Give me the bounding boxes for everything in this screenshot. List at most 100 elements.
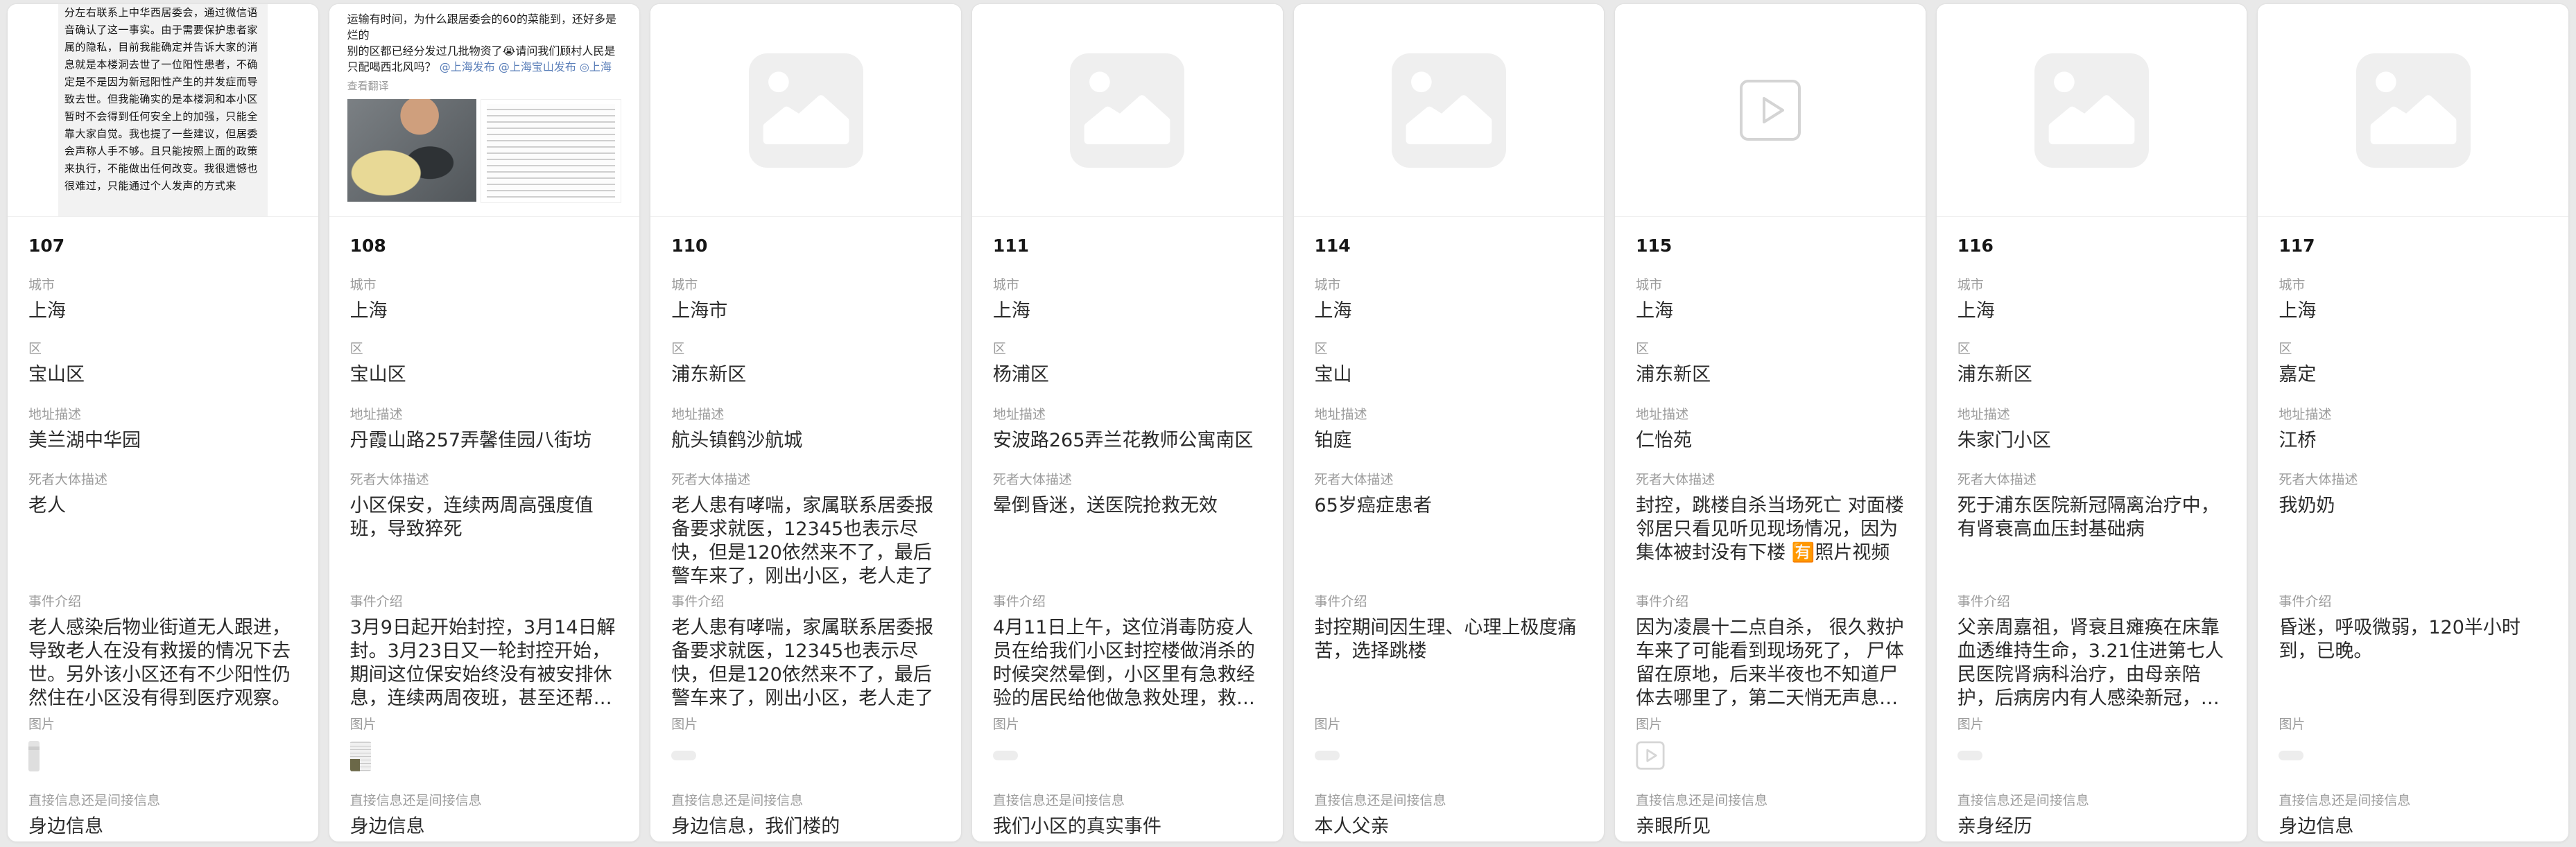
direct-label: 直接信息还是间接信息 bbox=[993, 792, 1262, 809]
field-event-intro: 事件介绍 老人感染后物业街道无人跟进，导致老人在没有救援的情况下去世。另外该小区… bbox=[28, 593, 297, 716]
case-id: 110 bbox=[671, 217, 940, 277]
event-label: 事件介绍 bbox=[2279, 593, 2548, 610]
district-label: 区 bbox=[671, 340, 940, 357]
image-label: 图片 bbox=[2279, 716, 2548, 733]
event-value: 老人感染后物业街道无人跟进，导致老人在没有救援的情况下去世。另外该小区还有不少阳… bbox=[28, 616, 297, 710]
empty-image-thumbnail[interactable] bbox=[2279, 751, 2303, 760]
text-screenshot-image: 分左右联系上中华西居委会，通过微信语音确认了这一事实。由于需要保护患者家属的隐私… bbox=[58, 4, 268, 216]
city-value: 上海市 bbox=[671, 299, 940, 323]
empty-image-thumbnail[interactable] bbox=[671, 751, 696, 760]
city-value: 上海 bbox=[28, 299, 297, 323]
image-thumbnail[interactable] bbox=[28, 741, 40, 771]
case-card[interactable]: 运输有时间，为什么跟居委会的60的菜能到，还好多是烂的 别的区都已经分发过几批物… bbox=[329, 3, 641, 842]
field-address: 地址描述 仁怡苑 bbox=[1636, 406, 1905, 471]
image-placeholder-icon bbox=[749, 53, 863, 168]
card-fields: 117 城市 上海 区 嘉定 地址描述 江桥 死者大体描述 我奶奶 事件介绍 昏… bbox=[2258, 217, 2568, 842]
address-label: 地址描述 bbox=[28, 406, 297, 423]
case-card[interactable]: 110 城市 上海市 区 浦东新区 地址描述 航头镇鹤沙航城 死者大体描述 老人… bbox=[650, 3, 962, 842]
district-label: 区 bbox=[1957, 340, 2227, 357]
card-cover-media[interactable]: 运输有时间，为什么跟居委会的60的菜能到，还好多是烂的 别的区都已经分发过几批物… bbox=[329, 4, 640, 217]
case-card[interactable]: 111 城市 上海 区 杨浦区 地址描述 安波路265弄兰花教师公寓南区 死者大… bbox=[971, 3, 1283, 842]
victim-label: 死者大体描述 bbox=[2279, 471, 2548, 488]
city-value: 上海 bbox=[350, 299, 619, 323]
card-cover-media[interactable] bbox=[2258, 4, 2568, 217]
event-value: 因为凌晨十二点自杀， 很久救护车来了可能看到现场死了， 尸体留在原地，后来半夜也… bbox=[1636, 616, 1905, 710]
field-image: 图片 bbox=[28, 716, 297, 792]
district-value: 浦东新区 bbox=[671, 363, 940, 387]
address-value: 美兰湖中华园 bbox=[28, 429, 297, 453]
case-card[interactable]: 分左右联系上中华西居委会，通过微信语音确认了这一事实。由于需要保护患者家属的隐私… bbox=[7, 3, 319, 842]
direct-value: 我们小区的真实事件 bbox=[993, 815, 1262, 839]
video-thumbnail-play-icon[interactable] bbox=[1636, 741, 1665, 770]
empty-image-thumbnail[interactable] bbox=[993, 751, 1018, 760]
image-placeholder-icon bbox=[1070, 53, 1184, 168]
event-value: 封控期间因生理、心理上极度痛苦，选择跳楼 bbox=[1315, 616, 1584, 663]
direct-label: 直接信息还是间接信息 bbox=[28, 792, 297, 809]
city-label: 城市 bbox=[1636, 277, 1905, 293]
empty-image-thumbnail[interactable] bbox=[1957, 751, 1982, 760]
field-district: 区 宝山 bbox=[1315, 340, 1584, 406]
field-district: 区 嘉定 bbox=[2279, 340, 2548, 406]
city-value: 上海 bbox=[1636, 299, 1905, 323]
victim-value: 我奶奶 bbox=[2279, 494, 2548, 518]
district-value: 宝山 bbox=[1315, 363, 1584, 387]
district-value: 嘉定 bbox=[2279, 363, 2548, 387]
field-district: 区 杨浦区 bbox=[993, 340, 1262, 406]
weibo-post-text: 运输有时间，为什么跟居委会的60的菜能到，还好多是烂的 别的区都已经分发过几批物… bbox=[347, 11, 622, 75]
card-cover-media[interactable] bbox=[972, 4, 1283, 217]
victim-label: 死者大体描述 bbox=[350, 471, 619, 488]
direct-label: 直接信息还是间接信息 bbox=[1957, 792, 2227, 809]
district-label: 区 bbox=[28, 340, 297, 357]
case-card[interactable]: 114 城市 上海 区 宝山 地址描述 铂庭 死者大体描述 65岁癌症患者 事件… bbox=[1293, 3, 1605, 842]
video-play-icon bbox=[1739, 79, 1801, 141]
victim-value: 晕倒昏迷，送医院抢救无效 bbox=[993, 494, 1262, 518]
image-label: 图片 bbox=[671, 716, 940, 733]
address-value: 丹霞山路257弄馨佳园八街坊 bbox=[350, 429, 619, 453]
empty-image-thumbnail[interactable] bbox=[1315, 751, 1340, 760]
case-id: 114 bbox=[1315, 217, 1584, 277]
field-image: 图片 bbox=[2279, 716, 2548, 792]
address-value: 仁怡苑 bbox=[1636, 429, 1905, 453]
address-value: 铂庭 bbox=[1315, 429, 1584, 453]
victim-label: 死者大体描述 bbox=[993, 471, 1262, 488]
direct-label: 直接信息还是间接信息 bbox=[1636, 792, 1905, 809]
field-city: 城市 上海 bbox=[350, 277, 619, 340]
image-label: 图片 bbox=[993, 716, 1262, 733]
field-image: 图片 bbox=[1957, 716, 2227, 792]
card-cover-media[interactable] bbox=[650, 4, 961, 217]
field-direct-or-indirect: 直接信息还是间接信息 亲身经历 bbox=[1957, 792, 2227, 842]
victim-label: 死者大体描述 bbox=[1315, 471, 1584, 488]
field-district: 区 浦东新区 bbox=[1957, 340, 2227, 406]
field-direct-or-indirect: 直接信息还是间接信息 身边信息 bbox=[2279, 792, 2548, 842]
field-city: 城市 上海 bbox=[993, 277, 1262, 340]
field-address: 地址描述 朱家门小区 bbox=[1957, 406, 2227, 471]
direct-label: 直接信息还是间接信息 bbox=[671, 792, 940, 809]
case-card[interactable]: 117 城市 上海 区 嘉定 地址描述 江桥 死者大体描述 我奶奶 事件介绍 昏… bbox=[2257, 3, 2569, 842]
direct-value: 身边信息 bbox=[28, 815, 297, 839]
field-victim-description: 死者大体描述 老人 bbox=[28, 471, 297, 593]
card-cover-media[interactable]: 分左右联系上中华西居委会，通过微信语音确认了这一事实。由于需要保护患者家属的隐私… bbox=[8, 4, 318, 217]
image-placeholder-icon bbox=[2034, 53, 2149, 168]
card-cover-media[interactable] bbox=[1615, 4, 1926, 217]
image-placeholder-icon bbox=[1392, 53, 1506, 168]
case-card[interactable]: 115 城市 上海 区 浦东新区 地址描述 仁怡苑 死者大体描述 封控，跳楼自杀… bbox=[1614, 3, 1926, 842]
image-placeholder-icon bbox=[2356, 53, 2471, 168]
victim-value: 封控，跳楼自杀当场死亡 对面楼邻居只看见听见现场情况，因为集体被封没有下楼 🈶照… bbox=[1636, 494, 1905, 565]
field-direct-or-indirect: 直接信息还是间接信息 亲眼所见 bbox=[1636, 792, 1905, 842]
city-label: 城市 bbox=[671, 277, 940, 293]
district-value: 浦东新区 bbox=[1957, 363, 2227, 387]
field-city: 城市 上海市 bbox=[671, 277, 940, 340]
card-cover-media[interactable] bbox=[1937, 4, 2247, 217]
field-victim-description: 死者大体描述 我奶奶 bbox=[2279, 471, 2548, 593]
field-district: 区 宝山区 bbox=[28, 340, 297, 406]
victim-value: 小区保安，连续两周高强度值班，导致猝死 bbox=[350, 494, 619, 541]
direct-value: 身边信息，我们楼的 bbox=[671, 815, 940, 839]
case-id: 115 bbox=[1636, 217, 1905, 277]
field-event-intro: 事件介绍 老人患有哮喘，家属联系居委报备要求就医，12345也表示尽快，但是12… bbox=[671, 593, 940, 716]
card-fields: 110 城市 上海市 区 浦东新区 地址描述 航头镇鹤沙航城 死者大体描述 老人… bbox=[650, 217, 961, 842]
image-label: 图片 bbox=[1957, 716, 2227, 733]
image-thumbnail[interactable] bbox=[350, 741, 371, 771]
city-value: 上海 bbox=[1957, 299, 2227, 323]
card-cover-media[interactable] bbox=[1294, 4, 1605, 217]
case-card[interactable]: 116 城市 上海 区 浦东新区 地址描述 朱家门小区 死者大体描述 死于浦东医… bbox=[1936, 3, 2248, 842]
